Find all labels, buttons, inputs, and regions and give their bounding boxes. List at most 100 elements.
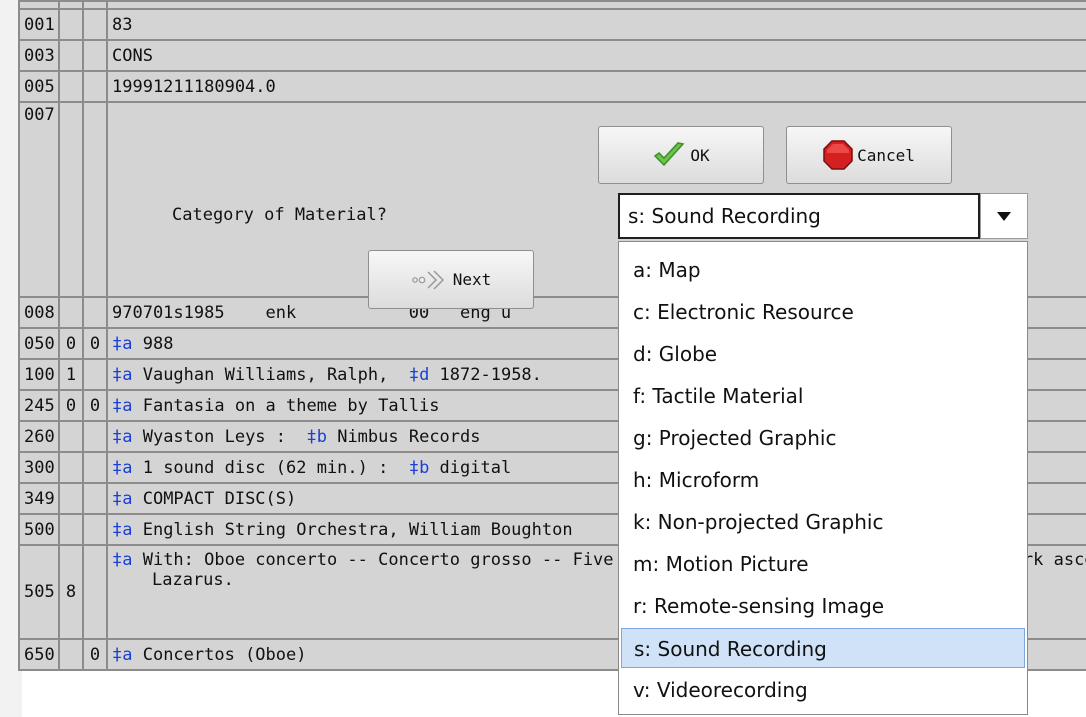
next-label: Next bbox=[452, 270, 492, 289]
subfield-code: ‡a bbox=[112, 519, 133, 540]
chevron-down-icon bbox=[997, 211, 1011, 221]
ind2-cell[interactable] bbox=[82, 482, 108, 515]
field-cell[interactable]: 83 bbox=[106, 8, 1086, 41]
option-non-projected-graphic[interactable]: k: Non-projected Graphic bbox=[621, 502, 1025, 542]
tag-cell[interactable]: 260 bbox=[18, 420, 60, 453]
cancel-button[interactable]: Cancel bbox=[786, 126, 952, 184]
category-dropdown-list: a: Map c: Electronic Resource d: Globe f… bbox=[618, 241, 1028, 715]
tag-cell[interactable]: 650 bbox=[18, 638, 60, 671]
option-microform[interactable]: h: Microform bbox=[621, 460, 1025, 500]
ok-button[interactable]: OK bbox=[598, 126, 764, 184]
ind1-cell[interactable]: 8 bbox=[58, 544, 84, 640]
marc-row-003: 003 CONS bbox=[18, 39, 1086, 72]
subfield-text: Fantasia on a theme by Tallis bbox=[132, 395, 440, 416]
ind2-cell[interactable]: 0 bbox=[82, 389, 108, 422]
category-select-toggle[interactable] bbox=[980, 193, 1028, 239]
ind2-cell[interactable] bbox=[82, 544, 108, 640]
ind1-cell[interactable] bbox=[58, 638, 84, 671]
tag-cell[interactable]: 050 bbox=[18, 327, 60, 360]
subfield-text: digital bbox=[429, 457, 512, 478]
ind1-cell[interactable] bbox=[58, 101, 84, 298]
subfield-text: Wyaston Leys : bbox=[132, 426, 307, 447]
ind2-cell[interactable] bbox=[82, 70, 108, 103]
option-tactile-material[interactable]: f: Tactile Material bbox=[621, 376, 1025, 416]
next-button[interactable]: Next bbox=[368, 250, 534, 309]
tag-cell[interactable]: 300 bbox=[18, 451, 60, 484]
subfield-text: Nimbus Records bbox=[326, 426, 481, 447]
ind1-cell[interactable] bbox=[58, 296, 84, 329]
ind1-cell[interactable] bbox=[58, 420, 84, 453]
ind2-cell[interactable] bbox=[82, 451, 108, 484]
option-electronic-resource[interactable]: c: Electronic Resource bbox=[621, 292, 1025, 332]
tag-cell[interactable]: 007 bbox=[18, 101, 60, 298]
ind1-cell[interactable] bbox=[58, 39, 84, 72]
subfield-code: ‡a bbox=[112, 488, 133, 509]
cancel-label: Cancel bbox=[857, 145, 915, 165]
marc-row-005: 005 19991211180904.0 bbox=[18, 70, 1086, 103]
ind1-cell[interactable] bbox=[58, 0, 84, 10]
ok-label: OK bbox=[690, 145, 710, 165]
category-prompt: Category of Material? bbox=[172, 205, 387, 225]
ind2-cell[interactable] bbox=[82, 296, 108, 329]
field-cell[interactable]: 19991211180904.0 bbox=[106, 70, 1086, 103]
subfield-text: COMPACT DISC(S) bbox=[132, 488, 297, 509]
ind2-cell[interactable]: 0 bbox=[82, 327, 108, 360]
option-motion-picture[interactable]: m: Motion Picture bbox=[621, 544, 1025, 584]
subfield-code: ‡a bbox=[112, 364, 133, 385]
field-cell[interactable] bbox=[106, 0, 1086, 10]
tag-cell[interactable]: 505 bbox=[18, 544, 60, 640]
category-select[interactable]: s: Sound Recording bbox=[618, 193, 980, 239]
ind2-cell[interactable] bbox=[82, 358, 108, 391]
ind1-cell[interactable] bbox=[58, 8, 84, 41]
option-sound-recording[interactable]: s: Sound Recording bbox=[621, 628, 1025, 668]
subfield-code: ‡a bbox=[112, 426, 133, 447]
subfield-text: English String Orchestra, William Bought… bbox=[132, 519, 573, 540]
ind1-cell[interactable] bbox=[58, 451, 84, 484]
ind2-cell[interactable] bbox=[82, 420, 108, 453]
option-videorecording[interactable]: v: Videorecording bbox=[621, 670, 1025, 710]
ind2-cell[interactable] bbox=[82, 8, 108, 41]
subfield-code: ‡a bbox=[112, 644, 133, 665]
subfield-text: 988 bbox=[132, 333, 174, 354]
subfield-code: ‡a bbox=[112, 333, 133, 354]
ind2-cell[interactable] bbox=[82, 39, 108, 72]
subfield-code: ‡a bbox=[112, 550, 133, 570]
ind2-cell[interactable]: 0 bbox=[82, 638, 108, 671]
subfield-code: ‡b bbox=[408, 457, 430, 478]
ind1-cell[interactable]: 0 bbox=[58, 389, 84, 422]
option-remote-sensing-image[interactable]: r: Remote-sensing Image bbox=[621, 586, 1025, 626]
subfield-text: Vaughan Williams, Ralph, bbox=[132, 364, 409, 385]
subfield-text: Concertos (Oboe) bbox=[132, 644, 307, 665]
tag-cell[interactable]: 008 bbox=[18, 296, 60, 329]
subfield-code: ‡d bbox=[408, 364, 430, 385]
option-projected-graphic[interactable]: g: Projected Graphic bbox=[621, 418, 1025, 458]
marc-row-001: 001 83 bbox=[18, 8, 1086, 41]
ind1-cell[interactable] bbox=[58, 70, 84, 103]
ind1-cell[interactable] bbox=[58, 482, 84, 515]
subfield-text: 1 sound disc (62 min.) : bbox=[132, 457, 409, 478]
tag-cell[interactable]: 100 bbox=[18, 358, 60, 391]
tag-cell[interactable] bbox=[18, 0, 60, 10]
marc-row-ldr bbox=[18, 0, 1086, 10]
ind1-cell[interactable]: 1 bbox=[58, 358, 84, 391]
ind2-cell[interactable] bbox=[82, 513, 108, 546]
subfield-text: 1872-1958. bbox=[429, 364, 542, 385]
option-map[interactable]: a: Map bbox=[621, 250, 1025, 290]
subfield-code: ‡a bbox=[112, 395, 133, 416]
check-icon bbox=[654, 142, 685, 167]
option-globe[interactable]: d: Globe bbox=[621, 334, 1025, 374]
subfield-code: ‡a bbox=[112, 457, 133, 478]
ind1-cell[interactable]: 0 bbox=[58, 327, 84, 360]
field-cell[interactable]: CONS bbox=[106, 39, 1086, 72]
tag-cell[interactable]: 003 bbox=[18, 39, 60, 72]
tag-cell[interactable]: 500 bbox=[18, 513, 60, 546]
ind2-cell[interactable] bbox=[82, 0, 108, 10]
next-arrow-icon bbox=[411, 269, 444, 290]
tag-cell[interactable]: 001 bbox=[18, 8, 60, 41]
tag-cell[interactable]: 245 bbox=[18, 389, 60, 422]
stop-icon bbox=[823, 140, 853, 170]
tag-cell[interactable]: 349 bbox=[18, 482, 60, 515]
ind2-cell[interactable] bbox=[82, 101, 108, 298]
tag-cell[interactable]: 005 bbox=[18, 70, 60, 103]
ind1-cell[interactable] bbox=[58, 513, 84, 546]
